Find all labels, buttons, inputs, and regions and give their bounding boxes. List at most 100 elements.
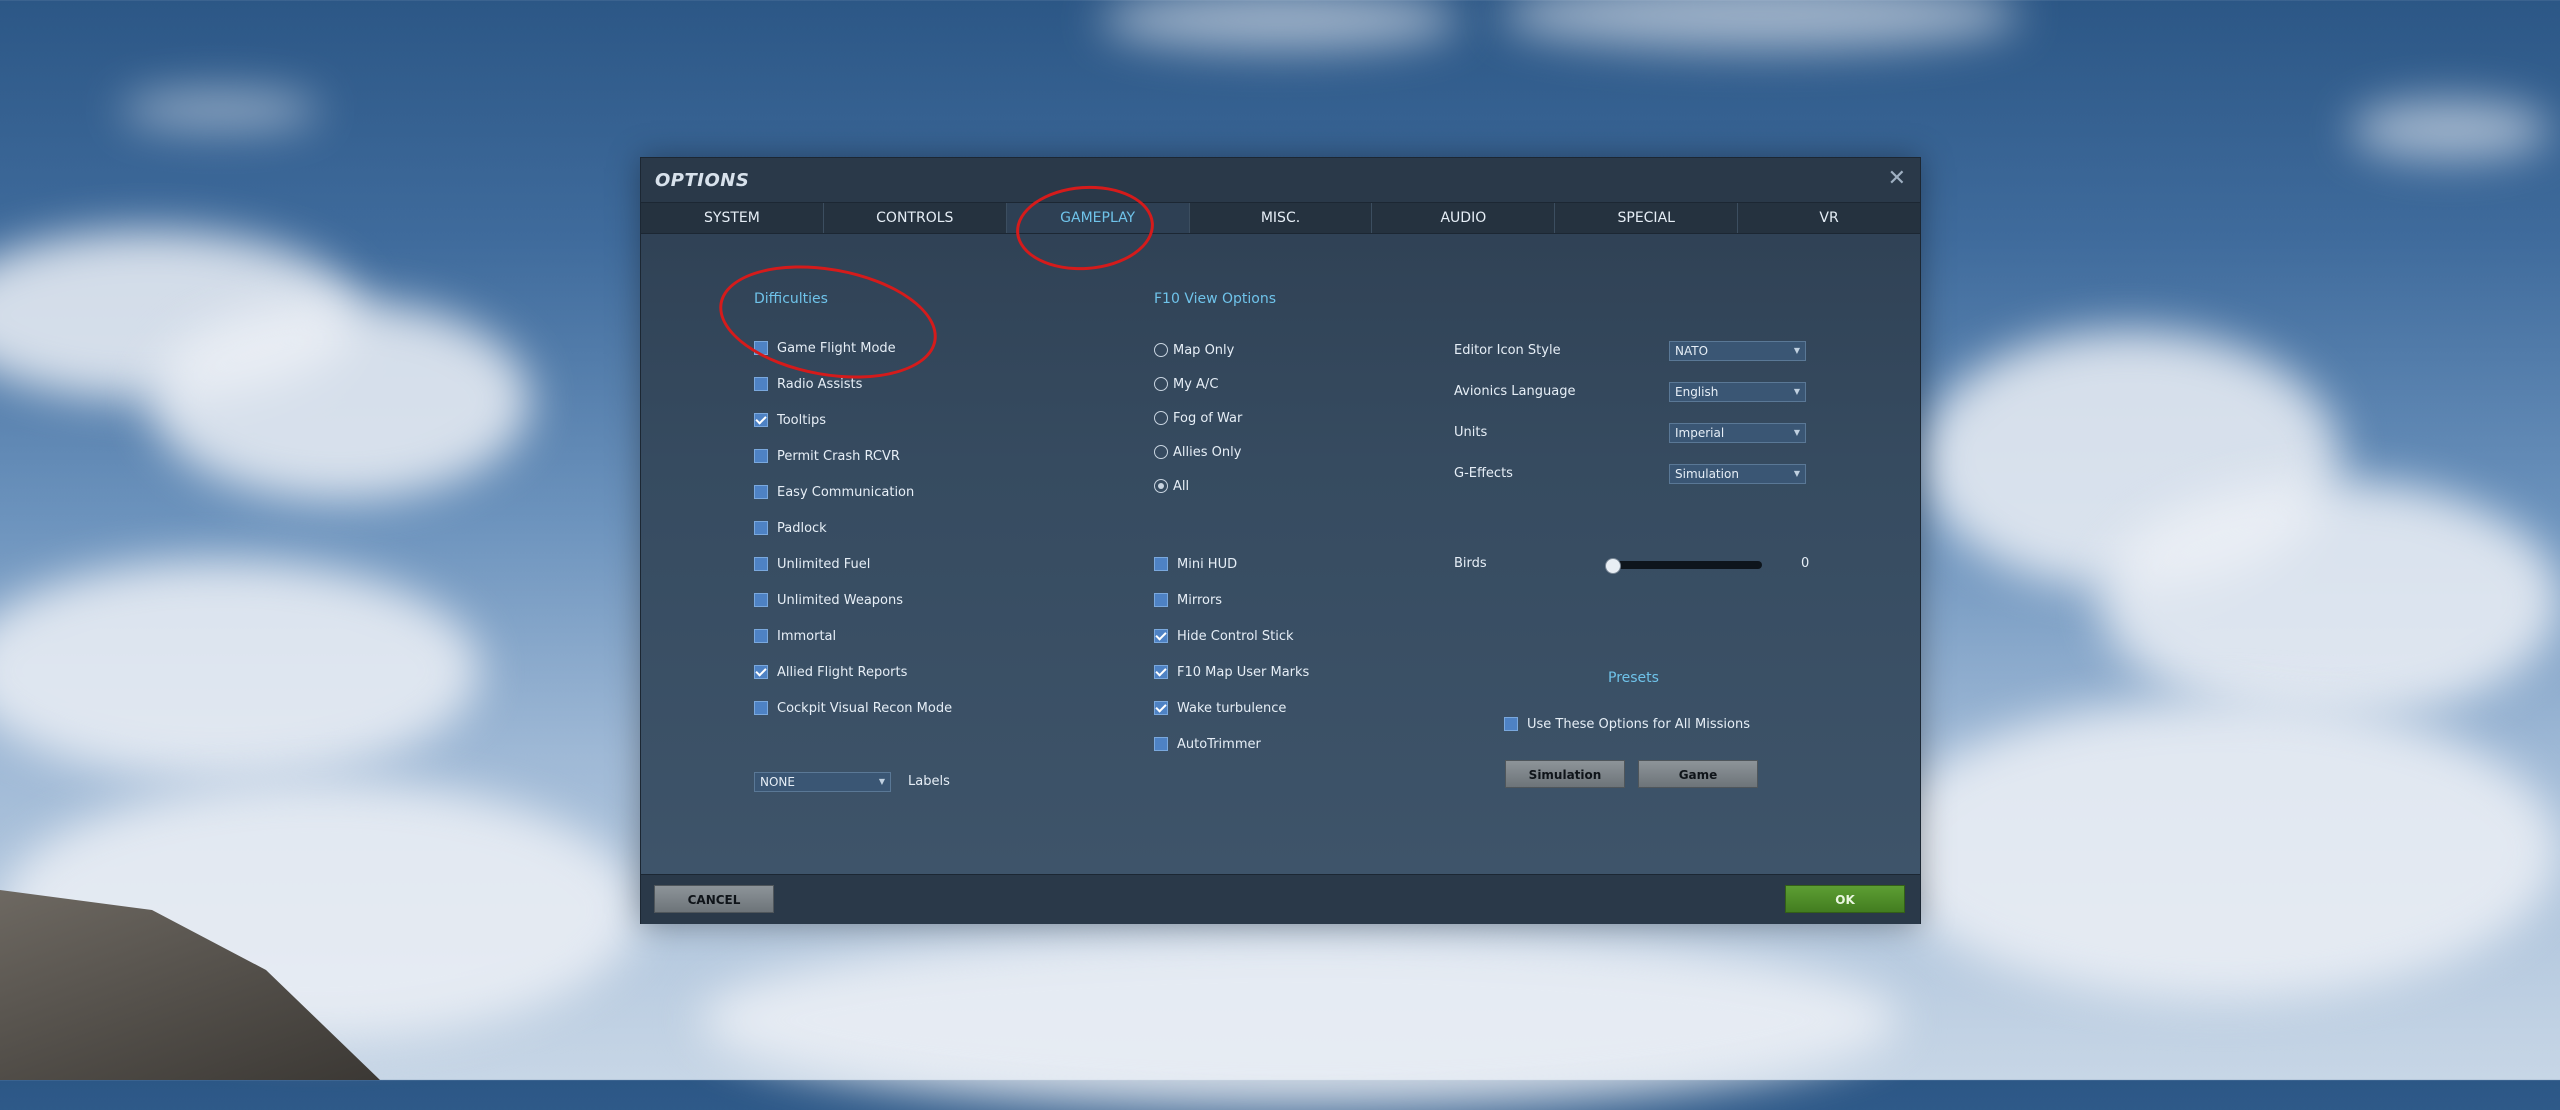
radio-circle[interactable] — [1154, 411, 1168, 425]
checkbox-box[interactable] — [1154, 665, 1168, 679]
checkbox-label: Use These Options for All Missions — [1527, 716, 1750, 732]
checkbox-label: Hide Control Stick — [1177, 628, 1294, 644]
tab-audio[interactable]: AUDIO — [1372, 203, 1556, 233]
radio-fog-of-war[interactable]: Fog of War — [1154, 409, 1242, 427]
birds-slider-track[interactable] — [1612, 561, 1762, 569]
checkbox-radio-assists[interactable]: Radio Assists — [754, 375, 862, 393]
checkbox-game-flight-mode[interactable]: Game Flight Mode — [754, 339, 896, 357]
radio-circle[interactable] — [1154, 445, 1168, 459]
units-dropdown[interactable]: Imperial ▼ — [1669, 423, 1806, 443]
tab-system[interactable]: SYSTEM — [641, 203, 824, 233]
checkbox-label: Padlock — [777, 520, 827, 536]
g-effects-label: G-Effects — [1454, 466, 1513, 481]
dropdown-value: Simulation — [1675, 467, 1739, 481]
checkbox-box[interactable] — [754, 485, 768, 499]
checkbox-box[interactable] — [1154, 737, 1168, 751]
presets-title: Presets — [1608, 670, 1659, 686]
checkbox-box[interactable] — [754, 629, 768, 643]
checkbox-label: AutoTrimmer — [1177, 736, 1261, 752]
tab-controls[interactable]: CONTROLS — [824, 203, 1007, 233]
radio-allies-only[interactable]: Allies Only — [1154, 443, 1241, 461]
radio-my-ac[interactable]: My A/C — [1154, 375, 1218, 393]
checkbox-box[interactable] — [1154, 701, 1168, 715]
radio-label: My A/C — [1173, 376, 1219, 392]
checkbox-autotrimmer[interactable]: AutoTrimmer — [1154, 735, 1261, 753]
checkbox-box[interactable] — [1154, 557, 1168, 571]
checkbox-label: Wake turbulence — [1177, 700, 1287, 716]
checkbox-wake-turbulence[interactable]: Wake turbulence — [1154, 699, 1286, 717]
checkbox-box[interactable] — [1154, 593, 1168, 607]
labels-dropdown[interactable]: NONE ▼ — [754, 772, 891, 792]
checkbox-unlimited-fuel[interactable]: Unlimited Fuel — [754, 555, 870, 573]
cancel-button[interactable]: CANCEL — [654, 885, 774, 913]
editor-icon-style-label: Editor Icon Style — [1454, 343, 1561, 358]
checkbox-box[interactable] — [1504, 717, 1518, 731]
checkbox-box[interactable] — [754, 701, 768, 715]
labels-caption: Labels — [908, 774, 950, 789]
labels-dropdown-value: NONE — [760, 775, 795, 789]
dialog-title: OPTIONS — [655, 170, 750, 191]
units-label: Units — [1454, 425, 1488, 440]
chevron-down-icon: ▼ — [878, 777, 885, 786]
chevron-down-icon: ▼ — [1793, 428, 1800, 437]
checkbox-box[interactable] — [754, 665, 768, 679]
chevron-down-icon: ▼ — [1793, 469, 1800, 478]
checkbox-immortal[interactable]: Immortal — [754, 627, 836, 645]
checkbox-box[interactable] — [754, 449, 768, 463]
radio-circle[interactable] — [1154, 479, 1168, 493]
tab-special[interactable]: SPECIAL — [1555, 203, 1739, 233]
checkbox-use-options-all-missions[interactable]: Use These Options for All Missions — [1504, 715, 1750, 733]
checkbox-mini-hud[interactable]: Mini HUD — [1154, 555, 1237, 573]
tab-gameplay[interactable]: GAMEPLAY — [1006, 203, 1190, 233]
radio-circle[interactable] — [1154, 343, 1168, 357]
game-preset-button[interactable]: Game — [1638, 760, 1758, 788]
checkbox-tooltips[interactable]: Tooltips — [754, 411, 826, 429]
birds-slider-thumb[interactable] — [1605, 558, 1621, 574]
checkbox-box[interactable] — [754, 521, 768, 535]
checkbox-label: Cockpit Visual Recon Mode — [777, 700, 953, 716]
dropdown-value: English — [1675, 385, 1719, 399]
checkbox-cockpit-visual-recon[interactable]: Cockpit Visual Recon Mode — [754, 699, 952, 717]
difficulties-title: Difficulties — [754, 291, 828, 307]
radio-map-only[interactable]: Map Only — [1154, 341, 1234, 359]
avionics-language-dropdown[interactable]: English ▼ — [1669, 382, 1806, 402]
checkbox-label: Unlimited Weapons — [777, 592, 904, 608]
radio-all[interactable]: All — [1154, 477, 1189, 495]
checkbox-box[interactable] — [754, 593, 768, 607]
checkbox-label: Permit Crash RCVR — [777, 448, 900, 464]
checkbox-hide-control-stick[interactable]: Hide Control Stick — [1154, 627, 1294, 645]
checkbox-label: Immortal — [777, 628, 837, 644]
checkbox-allied-flight-reports[interactable]: Allied Flight Reports — [754, 663, 907, 681]
radio-label: All — [1173, 478, 1190, 494]
checkbox-f10-map-user-marks[interactable]: F10 Map User Marks — [1154, 663, 1309, 681]
editor-icon-style-dropdown[interactable]: NATO ▼ — [1669, 341, 1806, 361]
chevron-down-icon: ▼ — [1793, 346, 1800, 355]
checkbox-box[interactable] — [1154, 629, 1168, 643]
checkbox-box[interactable] — [754, 557, 768, 571]
checkbox-label: Mini HUD — [1177, 556, 1238, 572]
checkbox-mirrors[interactable]: Mirrors — [1154, 591, 1222, 609]
checkbox-label: Unlimited Fuel — [777, 556, 871, 572]
checkbox-label: Radio Assists — [777, 376, 863, 392]
g-effects-dropdown[interactable]: Simulation ▼ — [1669, 464, 1806, 484]
checkbox-padlock[interactable]: Padlock — [754, 519, 827, 537]
dropdown-value: NATO — [1675, 344, 1709, 358]
close-icon[interactable]: ✕ — [1888, 166, 1906, 191]
ok-button[interactable]: OK — [1785, 885, 1905, 913]
checkbox-unlimited-weapons[interactable]: Unlimited Weapons — [754, 591, 903, 609]
birds-label: Birds — [1454, 556, 1487, 571]
dropdown-value: Imperial — [1675, 426, 1725, 440]
tab-vr[interactable]: VR — [1738, 203, 1920, 233]
checkbox-label: Game Flight Mode — [777, 340, 896, 356]
checkbox-box[interactable] — [754, 413, 768, 427]
simulation-preset-button[interactable]: Simulation — [1505, 760, 1625, 788]
checkbox-permit-crash-rcvr[interactable]: Permit Crash RCVR — [754, 447, 900, 465]
tab-misc[interactable]: MISC. — [1190, 203, 1373, 233]
radio-circle[interactable] — [1154, 377, 1168, 391]
tab-bar: SYSTEM CONTROLS GAMEPLAY MISC. AUDIO SPE… — [641, 202, 1920, 234]
checkbox-easy-communication[interactable]: Easy Communication — [754, 483, 914, 501]
checkbox-box[interactable] — [754, 377, 768, 391]
chevron-down-icon: ▼ — [1793, 387, 1800, 396]
checkbox-label: Allied Flight Reports — [777, 664, 908, 680]
checkbox-box[interactable] — [754, 341, 768, 355]
